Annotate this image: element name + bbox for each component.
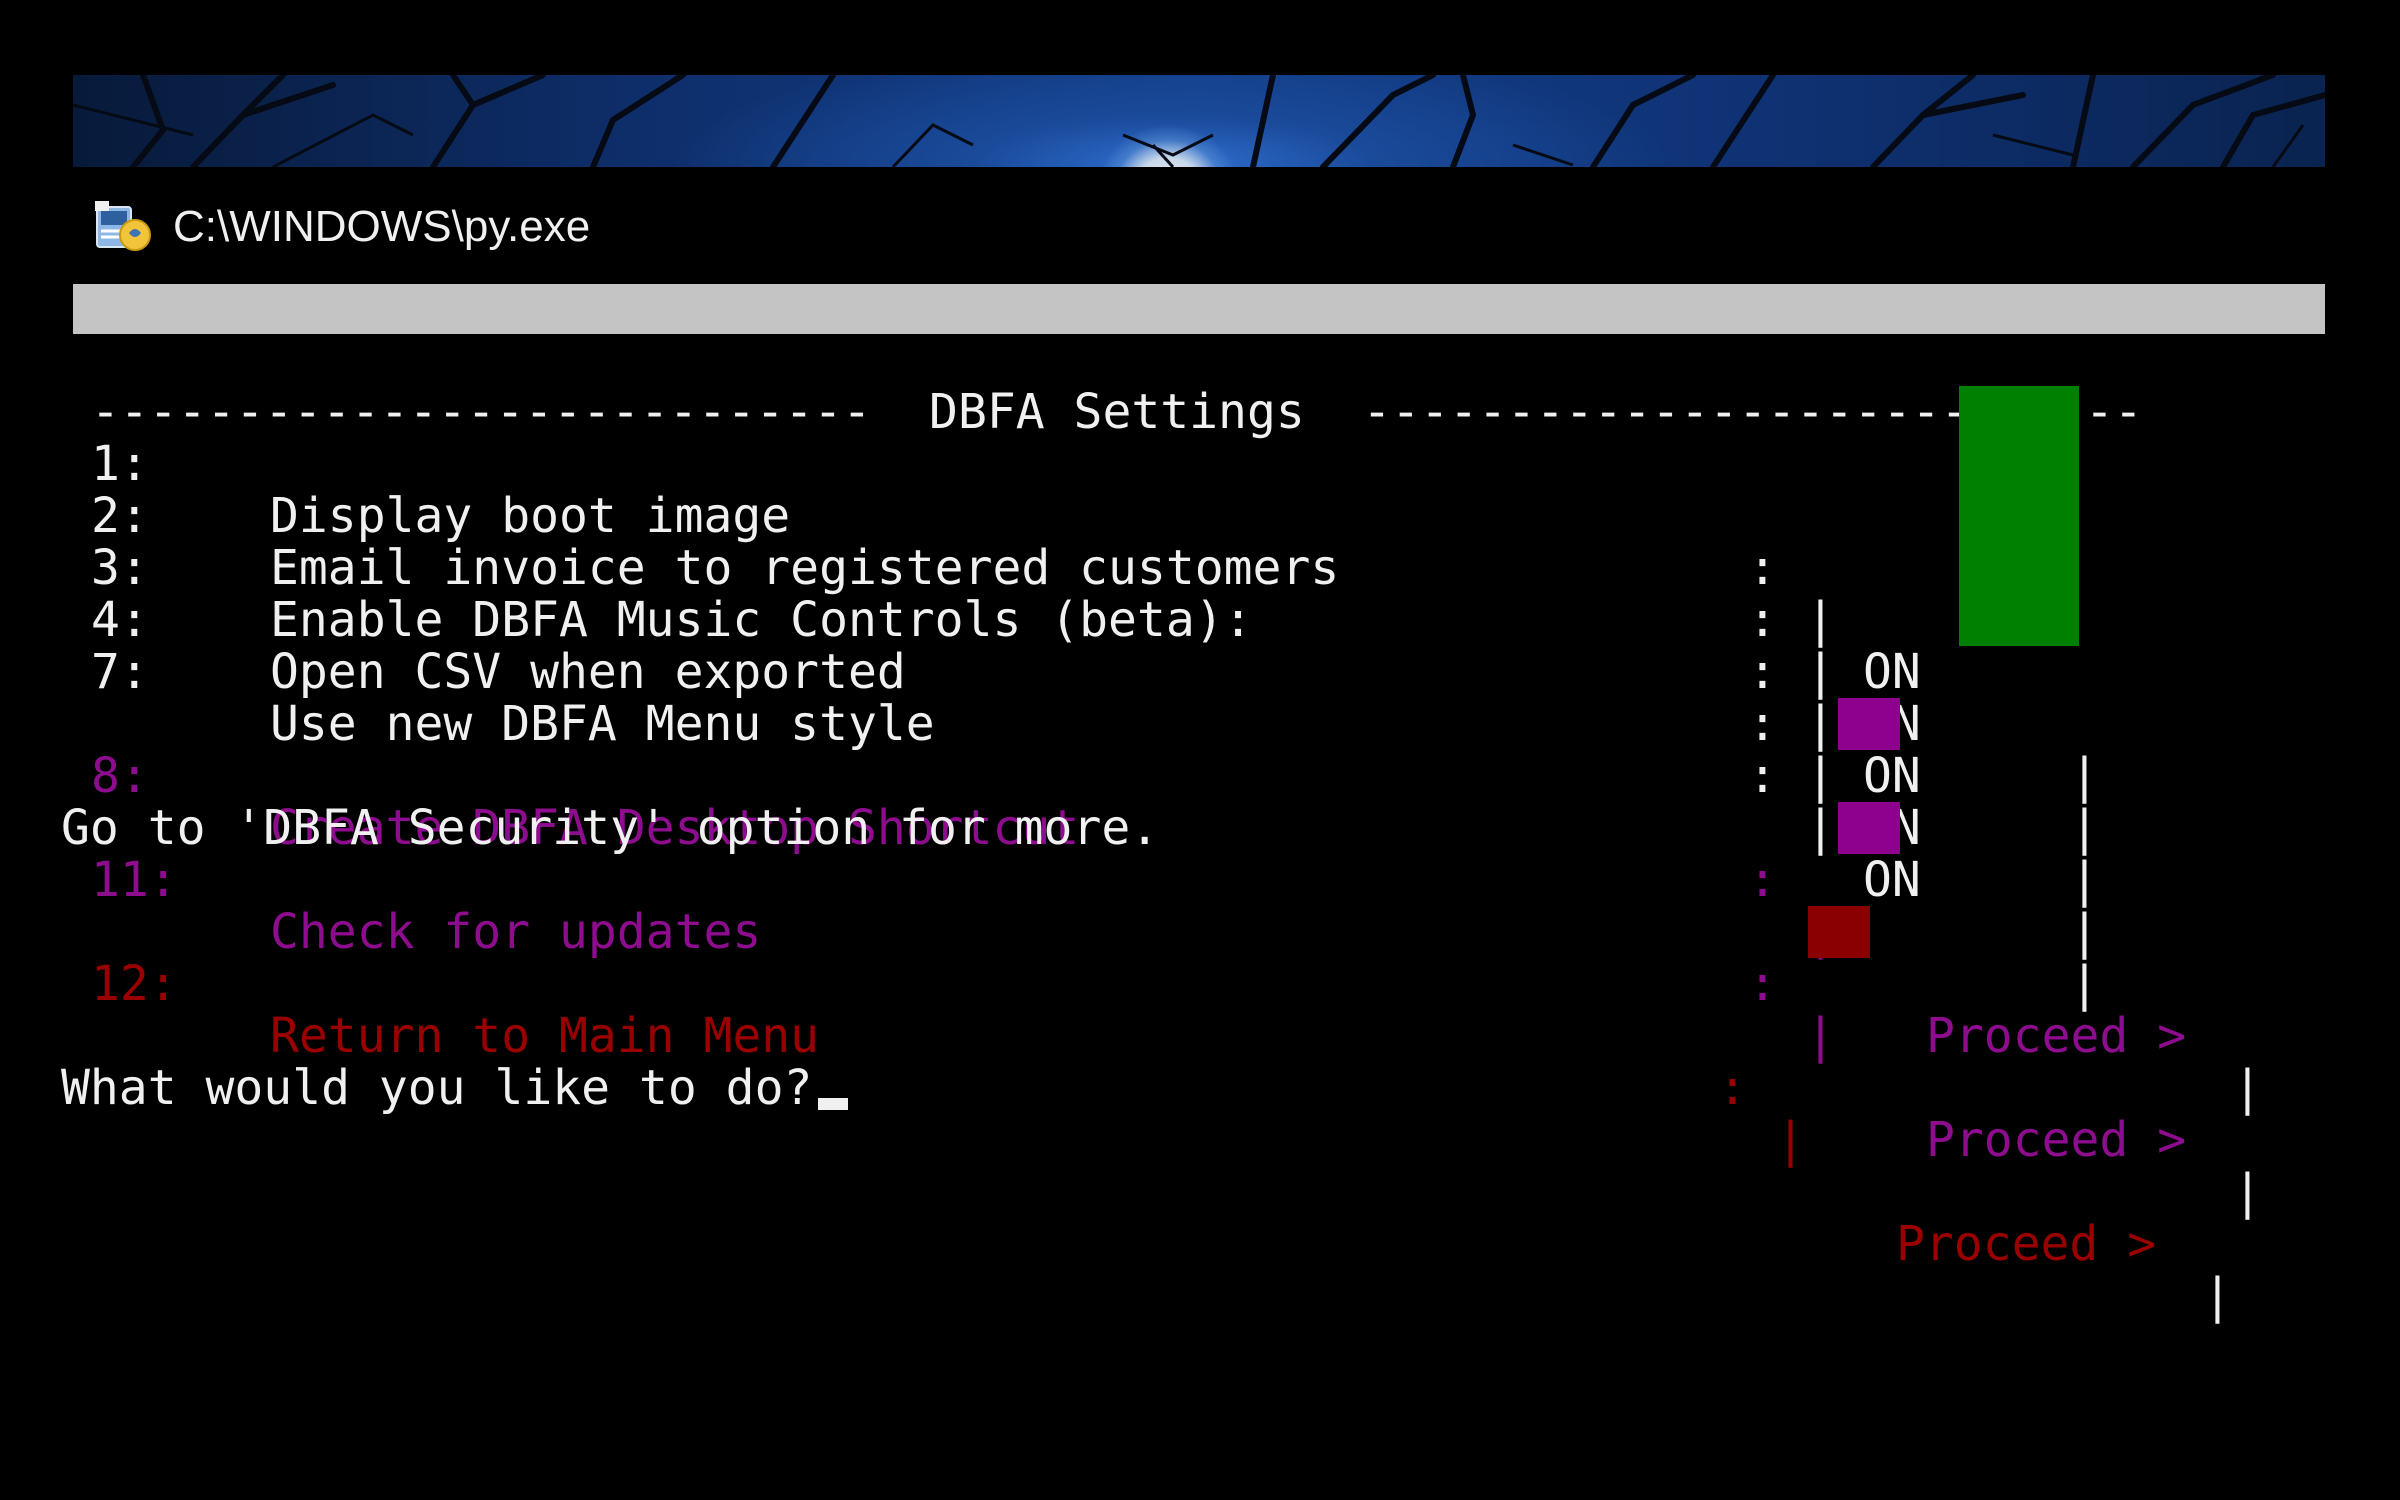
scrollbar-track[interactable] xyxy=(73,284,2325,334)
setting-pipe-end: | xyxy=(2070,956,2099,1012)
action-indicator xyxy=(1838,698,1900,750)
desktop: C:\WINDOWS\py.exe ----------------------… xyxy=(0,0,2400,1500)
settings-header: --------------------------- DBFA Setting… xyxy=(73,334,2325,438)
on-indicator xyxy=(1959,542,2079,594)
action-row-return-main-menu: 12: Return to Main Menu : | Proceed > | xyxy=(73,906,2325,1322)
action-separator: : xyxy=(1718,1060,1747,1116)
proceed-label: Proceed > xyxy=(1896,1216,2157,1272)
setting-row: 2: Email invoice to registered customers… xyxy=(73,438,2325,854)
console-window[interactable]: C:\WINDOWS\py.exe ----------------------… xyxy=(61,167,2325,1500)
window-title: C:\WINDOWS\py.exe xyxy=(173,202,591,251)
action-number: 11: xyxy=(91,852,178,908)
setting-state: ON xyxy=(1863,644,1921,700)
action-pipe-end: | xyxy=(2203,1268,2232,1324)
setting-pipe-end: | xyxy=(2070,852,2099,908)
proceed-label: Proceed > xyxy=(1926,1112,2187,1168)
setting-pipe: | xyxy=(1806,644,1835,700)
on-indicator xyxy=(1959,438,2079,490)
security-note: Go to 'DBFA Security' option for more. xyxy=(61,750,2325,854)
prompt-label: What would you like to do? xyxy=(61,1060,813,1116)
python-launcher-icon xyxy=(91,197,153,255)
text-cursor[interactable] xyxy=(818,1098,849,1110)
input-prompt-line[interactable]: What would you like to do? xyxy=(61,1010,2325,1114)
console-output: --------------------------- DBFA Setting… xyxy=(61,334,2325,1500)
setting-number: 7: xyxy=(91,644,149,700)
action-pipe-end: | xyxy=(2233,1164,2262,1220)
action-pipe-end: | xyxy=(2233,1060,2262,1116)
on-indicator xyxy=(1959,594,2079,646)
prompt-text: What would you like to do? xyxy=(61,1060,849,1116)
action-number: 12: xyxy=(91,956,178,1012)
action-indicator xyxy=(1838,802,1900,854)
desktop-wallpaper xyxy=(73,75,2325,167)
setting-row: 3: Enable DBFA Music Controls (beta): : … xyxy=(73,490,2325,906)
action-pipe: | xyxy=(1776,1112,1805,1168)
on-indicator xyxy=(1959,386,2079,438)
setting-label: Open CSV when exported xyxy=(270,644,906,700)
setting-state: ON xyxy=(1863,852,1921,908)
setting-row: 1: Display boot image : | ON | xyxy=(73,386,2325,802)
window-titlebar[interactable]: C:\WINDOWS\py.exe xyxy=(73,167,2325,284)
setting-row: 7: Use new DBFA Menu style : | ON | xyxy=(73,594,2325,1010)
setting-separator: : xyxy=(1748,644,1777,700)
action-indicator xyxy=(1808,906,1870,958)
action-separator: : xyxy=(1748,852,1777,908)
action-row-check-updates: 11: Check for updates : | Proceed > | xyxy=(73,802,2325,1218)
setting-row: 4: Open CSV when exported : | ON | xyxy=(73,542,2325,958)
action-row-desktop-shortcut: 8: Create DBFA Desktop Shortcut : | Proc… xyxy=(73,698,2325,1114)
on-indicator xyxy=(1959,490,2079,542)
action-separator: : xyxy=(1748,956,1777,1012)
